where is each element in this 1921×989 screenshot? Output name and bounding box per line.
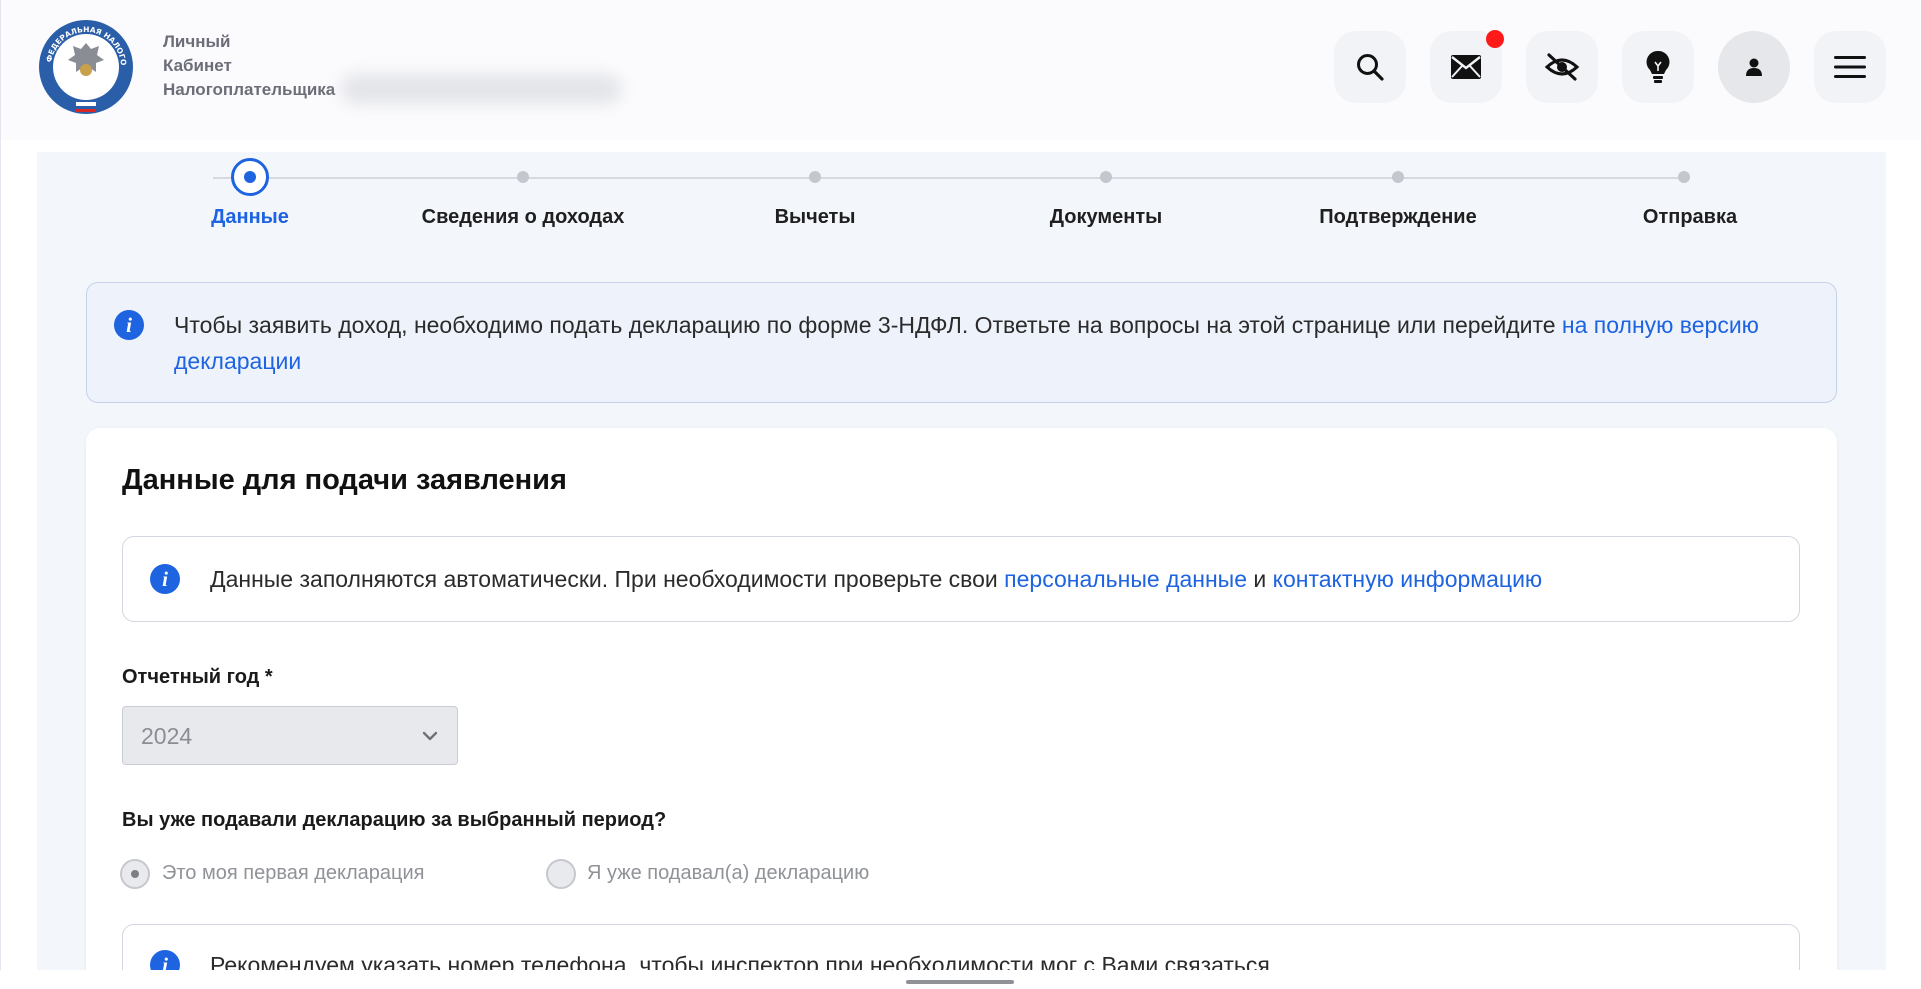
reporting-year-label: Отчетный год *: [122, 666, 273, 688]
application-data-card: [86, 428, 1837, 970]
step-label-data[interactable]: Данные: [211, 206, 289, 229]
previous-declaration-question: Вы уже подавали декларацию за выбранный …: [122, 809, 667, 831]
reporting-year-value: 2024: [141, 723, 193, 749]
personal-data-link[interactable]: персональные данные: [1004, 566, 1247, 592]
reporting-year-select[interactable]: 2024: [122, 706, 458, 765]
brand-line-1: Личный: [163, 32, 231, 51]
stepper-line: [213, 177, 1683, 179]
tips-button[interactable]: [1622, 31, 1694, 103]
radio-already-submitted-label[interactable]: Я уже подавал(а) декларацию: [587, 862, 869, 885]
mail-icon: [1451, 55, 1481, 79]
blurred-user-name: [341, 74, 621, 104]
user-icon: [1746, 58, 1762, 76]
brand-line-2: Кабинет: [163, 56, 232, 75]
autofill-notice-message: Данные заполняются автоматически. При не…: [210, 566, 1005, 592]
info-icon: i: [150, 564, 180, 594]
radio-selected-dot: [131, 870, 139, 878]
step-dot-confirmation[interactable]: [1392, 171, 1404, 183]
scroll-handle[interactable]: [906, 980, 1014, 984]
profile-button[interactable]: [1718, 31, 1790, 103]
messages-button[interactable]: [1430, 30, 1504, 103]
step-dot-sending[interactable]: [1678, 171, 1690, 183]
step-label-documents[interactable]: Документы: [1050, 206, 1162, 229]
card-title: Данные для подачи заявления: [122, 464, 567, 496]
step-dot-deductions[interactable]: [809, 171, 821, 183]
menu-icon: [1834, 56, 1866, 78]
brand-line-3: Налогоплательщика: [163, 80, 336, 99]
radio-first-declaration[interactable]: [120, 859, 150, 889]
step-label-sending[interactable]: Отправка: [1643, 206, 1737, 229]
notification-badge: [1486, 30, 1504, 48]
page-frame: ФЕДЕРАЛЬНАЯ НАЛОГОВАЯ СЛУЖБА Личный Каби…: [0, 0, 1921, 970]
header: ФЕДЕРАЛЬНАЯ НАЛОГОВАЯ СЛУЖБА Личный Каби…: [1, 0, 1921, 140]
search-icon: [1357, 54, 1384, 81]
step-label-income[interactable]: Сведения о доходах: [422, 206, 625, 229]
radio-first-declaration-label[interactable]: Это моя первая декларация: [162, 862, 425, 885]
info-icon: i: [114, 310, 144, 340]
step-label-confirmation[interactable]: Подтверждение: [1319, 206, 1476, 229]
phone-notice-text: Рекомендуем указать номер телефона, чтоб…: [210, 952, 1270, 970]
step-dot-documents[interactable]: [1100, 171, 1112, 183]
radio-already-submitted[interactable]: [546, 859, 576, 889]
brand-title: Личный Кабинет Налогоплательщика: [163, 30, 335, 102]
fns-logo[interactable]: ФЕДЕРАЛЬНАЯ НАЛОГОВАЯ СЛУЖБА: [37, 18, 135, 116]
step-current-dot: [244, 171, 256, 183]
visibility-toggle-button[interactable]: [1526, 31, 1598, 103]
contact-info-link[interactable]: контактную информацию: [1273, 566, 1543, 592]
declaration-notice-text: Чтобы заявить доход, необходимо подать д…: [174, 307, 1814, 379]
declaration-notice-message: Чтобы заявить доход, необходимо подать д…: [174, 312, 1562, 338]
eye-off-icon: [1544, 53, 1580, 81]
step-label-deductions[interactable]: Вычеты: [775, 206, 856, 229]
menu-button[interactable]: [1814, 31, 1886, 103]
lightbulb-icon: [1646, 50, 1670, 83]
step-dot-income[interactable]: [517, 171, 529, 183]
chevron-down-icon: [422, 731, 438, 741]
autofill-notice-conjunction: и: [1247, 566, 1273, 592]
autofill-notice-text: Данные заполняются автоматически. При не…: [210, 561, 1770, 597]
search-button[interactable]: [1334, 31, 1406, 103]
